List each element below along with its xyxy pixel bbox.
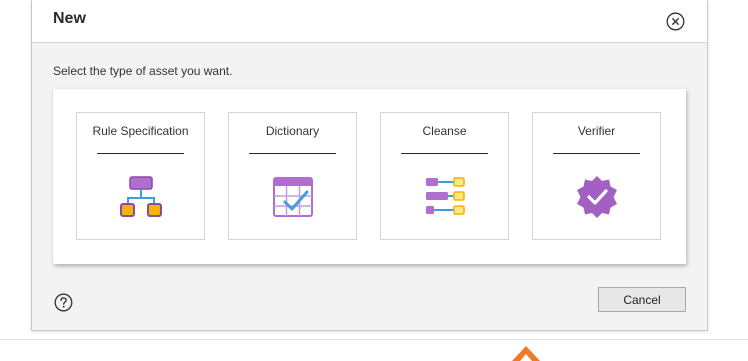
new-asset-dialog: New Select the type of asset you want. R…	[31, 0, 708, 331]
card-divider	[553, 153, 640, 154]
asset-type-panel: Rule Specification Dictionary Cleanse Ve…	[53, 89, 686, 264]
cleanse-icon	[426, 177, 465, 215]
card-divider	[401, 153, 488, 154]
caret-up-icon	[512, 346, 540, 361]
dialog-title: New	[53, 10, 86, 27]
rule-specification-icon	[120, 176, 162, 217]
help-icon[interactable]	[54, 293, 73, 312]
asset-card-label: Dictionary	[265, 124, 320, 138]
verifier-icon	[577, 176, 617, 218]
close-icon[interactable]	[666, 12, 685, 31]
asset-card-label: Cleanse	[422, 124, 467, 138]
asset-card-dictionary[interactable]: Dictionary	[228, 112, 357, 240]
dialog-header: New	[32, 0, 707, 43]
asset-card-verifier[interactable]: Verifier	[532, 112, 661, 240]
dialog-prompt: Select the type of asset you want.	[53, 64, 233, 78]
card-divider	[249, 153, 336, 154]
asset-card-label: Rule Specification	[92, 124, 189, 138]
asset-card-rule-specification[interactable]: Rule Specification	[76, 112, 205, 240]
dictionary-icon	[273, 177, 313, 217]
backdrop-footer	[0, 340, 748, 361]
card-divider	[97, 153, 184, 154]
asset-card-cleanse[interactable]: Cleanse	[380, 112, 509, 240]
asset-card-label: Verifier	[577, 124, 616, 138]
cancel-button[interactable]: Cancel	[598, 287, 686, 312]
